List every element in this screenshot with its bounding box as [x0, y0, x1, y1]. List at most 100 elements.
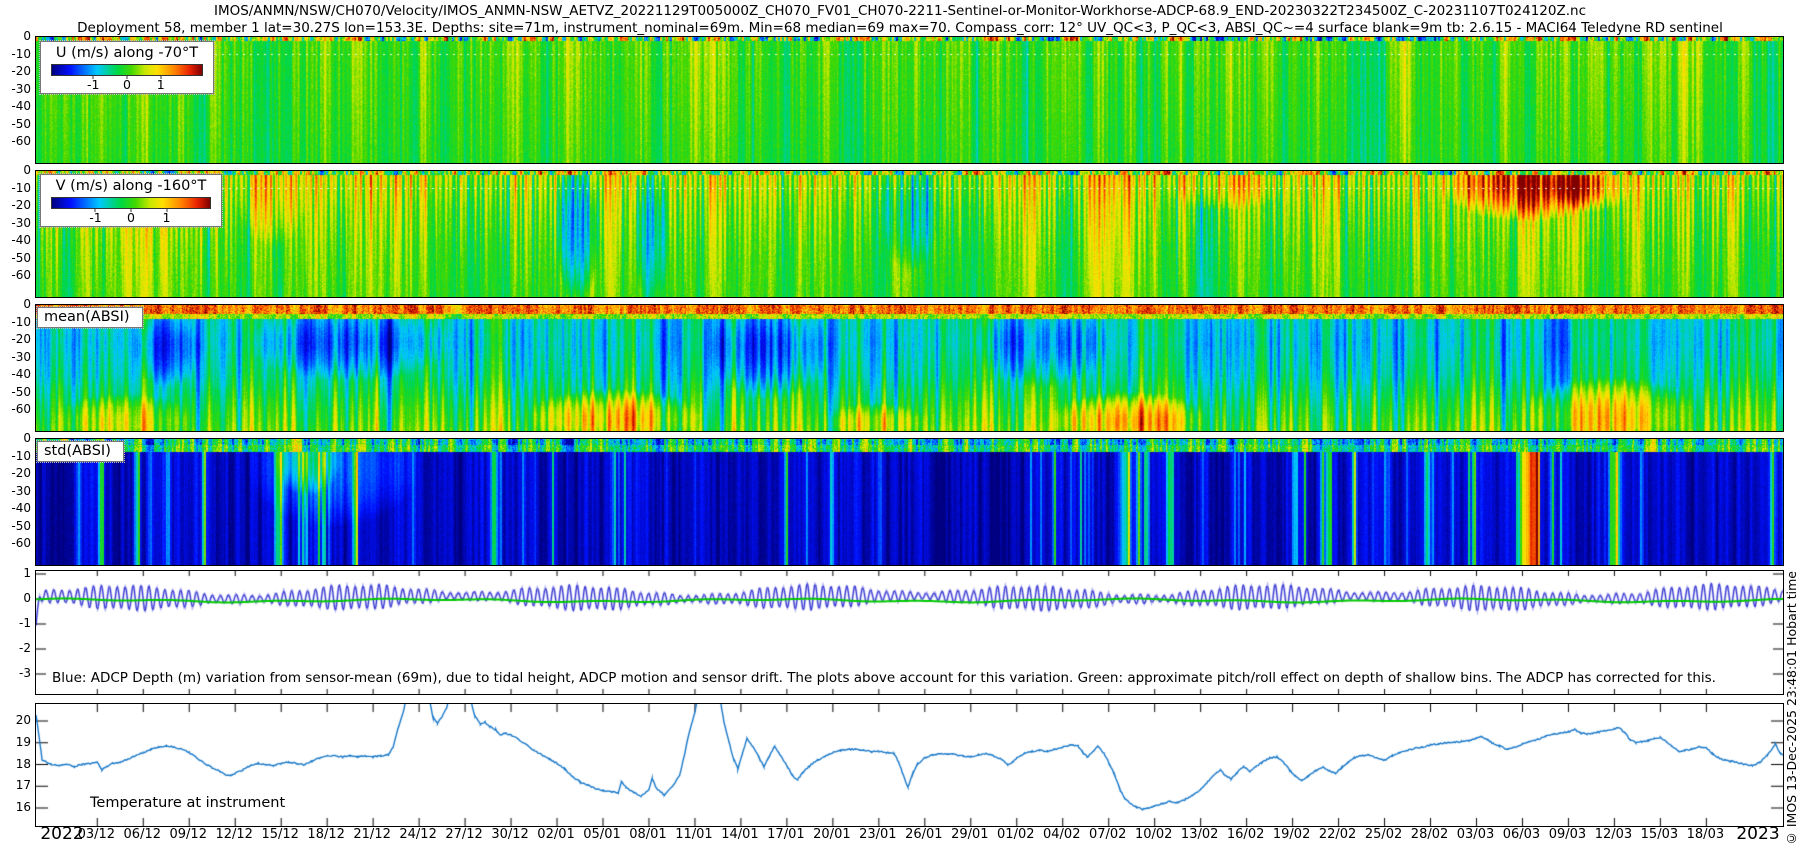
temperature-plot — [36, 704, 1783, 826]
x-tick-label: 06/03 — [1502, 827, 1541, 842]
x-tick-label: 09/12 — [169, 827, 207, 842]
x-tick-label: 22/02 — [1318, 827, 1357, 842]
y-tick-label: -10 — [11, 314, 31, 329]
mean-absi-label-box: mean(ABSI) — [36, 306, 144, 329]
y-tick-label: -10 — [11, 448, 31, 463]
figure-subtitle: Deployment 58, member 1 lat=30.27S lon=1… — [77, 20, 1723, 36]
y-tick-label: -50 — [11, 518, 31, 533]
y-tick-label: 20 — [15, 713, 31, 727]
y-tick-label: -40 — [11, 367, 31, 381]
x-tick-label: 12/12 — [215, 827, 253, 842]
x-tick-label: 13/02 — [1180, 827, 1219, 842]
x-tick-label: 19/02 — [1272, 827, 1311, 842]
x-tick-label: 28/02 — [1410, 827, 1449, 842]
x-tick-label: 06/12 — [123, 827, 161, 842]
std-absi-heatmap — [36, 439, 1783, 565]
x-tick-label: 18/03 — [1686, 827, 1725, 842]
y-tick-label: -50 — [11, 384, 31, 399]
colorbar-tick-label: 1 — [156, 77, 165, 92]
depth-variation-caption: Blue: ADCP Depth (m) variation from sens… — [52, 670, 1716, 686]
x-tick-label: 05/01 — [583, 827, 621, 842]
v-colorbar-ticks: -1 0 1 — [51, 208, 211, 226]
v-legend-title: V (m/s) along -160°T — [55, 178, 207, 194]
y-tick-label: 0 — [23, 29, 31, 43]
x-tick-label: 14/01 — [721, 827, 759, 842]
x-tick-label: 17/01 — [767, 827, 805, 842]
x-tick-label: 16/02 — [1226, 827, 1265, 842]
x-tick-label: 03/03 — [1456, 827, 1495, 842]
u-colorbar-legend: U (m/s) along -70°T -1 0 1 — [39, 40, 215, 95]
y-tick-label: 17 — [15, 778, 31, 793]
x-tick-label: 09/03 — [1548, 827, 1587, 842]
figure-title: IMOS/ANMN/NSW/CH070/Velocity/IMOS_ANMN-N… — [213, 3, 1586, 19]
y-tick-label: -20 — [11, 466, 31, 480]
y-tick-label: -50 — [11, 250, 31, 265]
mean-absi-heatmap — [36, 305, 1783, 431]
x-tick-label: 24/12 — [399, 827, 437, 842]
x-tick-label: 26/01 — [905, 827, 943, 842]
y-tick-label: -60 — [11, 268, 31, 282]
y-tick-label: 0 — [23, 431, 31, 445]
y-tick-label: 1 — [23, 566, 31, 580]
u-colorbar-ticks: -1 0 1 — [51, 75, 203, 93]
x-tick-label: 10/02 — [1134, 827, 1173, 842]
x-tick-label: 08/01 — [629, 827, 667, 842]
panel-temperature — [35, 703, 1784, 827]
y-tick-label: -10 — [11, 46, 31, 61]
y-tick-label: -30 — [11, 81, 31, 96]
x-tick-label: 01/02 — [997, 827, 1035, 842]
x-axis-year-end: 2023 — [1736, 824, 1780, 844]
y-tick-label: -30 — [11, 215, 31, 230]
u-velocity-heatmap — [36, 37, 1783, 163]
x-tick-label: 03/12 — [77, 827, 116, 842]
colorbar-tick-label: -1 — [89, 210, 102, 225]
y-tick-label: -60 — [11, 536, 31, 550]
y-tick-label: -10 — [11, 180, 31, 195]
y-tick-label: 16 — [15, 800, 31, 814]
x-tick-label: 27/12 — [445, 827, 483, 842]
x-tick-label: 30/12 — [491, 827, 529, 842]
x-tick-label: 25/02 — [1364, 827, 1403, 842]
x-tick-label: 12/03 — [1594, 827, 1633, 842]
temperature-label: Temperature at instrument — [90, 795, 286, 811]
panel-u-velocity — [35, 36, 1784, 164]
colorbar-tick-label: 1 — [162, 210, 171, 225]
x-tick-label: 18/12 — [307, 827, 345, 842]
y-tick-label: -20 — [11, 332, 31, 346]
y-tick-label: -60 — [11, 134, 31, 148]
y-tick-label: -20 — [11, 64, 31, 78]
x-tick-label: 02/01 — [537, 827, 575, 842]
y-tick-label: -1 — [19, 616, 31, 630]
x-tick-label: 23/01 — [859, 827, 897, 842]
y-tick-label: -20 — [11, 198, 31, 212]
y-tick-label: 0 — [23, 591, 31, 605]
x-tick-label: 11/01 — [675, 827, 713, 842]
y-tick-label: 0 — [23, 297, 31, 311]
x-tick-label: 20/01 — [813, 827, 851, 842]
x-tick-label: 15/03 — [1640, 827, 1679, 842]
y-tick-label: 18 — [15, 756, 31, 771]
y-tick-label: -50 — [11, 116, 31, 131]
y-tick-label: -40 — [11, 99, 31, 113]
panel-v-velocity — [35, 170, 1784, 298]
y-tick-label: -30 — [11, 349, 31, 364]
y-tick-label: -40 — [11, 501, 31, 515]
x-tick-label: 21/12 — [353, 827, 391, 842]
std-absi-label-box: std(ABSI) — [36, 440, 125, 463]
colorbar-tick-label: 0 — [127, 210, 135, 225]
colorbar-tick-label: 0 — [123, 77, 131, 92]
panel-std-absi — [35, 438, 1784, 566]
figure: IMOS/ANMN/NSW/CH070/Velocity/IMOS_ANMN-N… — [0, 0, 1800, 850]
imos-watermark: © IMOS 13-Dec-2025 23:48:01 Hobart time — [1784, 570, 1799, 846]
u-legend-title: U (m/s) along -70°T — [55, 45, 199, 61]
y-tick-label: -3 — [19, 666, 31, 680]
x-tick-label: 15/12 — [261, 827, 299, 842]
v-colorbar-legend: V (m/s) along -160°T -1 0 1 — [39, 173, 223, 228]
x-tick-label: 29/01 — [951, 827, 989, 842]
y-tick-label: -2 — [19, 641, 31, 655]
y-tick-label: 0 — [23, 163, 31, 177]
colorbar-tick-label: -1 — [87, 77, 100, 92]
x-tick-label: 07/02 — [1088, 827, 1127, 842]
y-tick-label: -40 — [11, 233, 31, 247]
v-velocity-heatmap — [36, 171, 1783, 297]
